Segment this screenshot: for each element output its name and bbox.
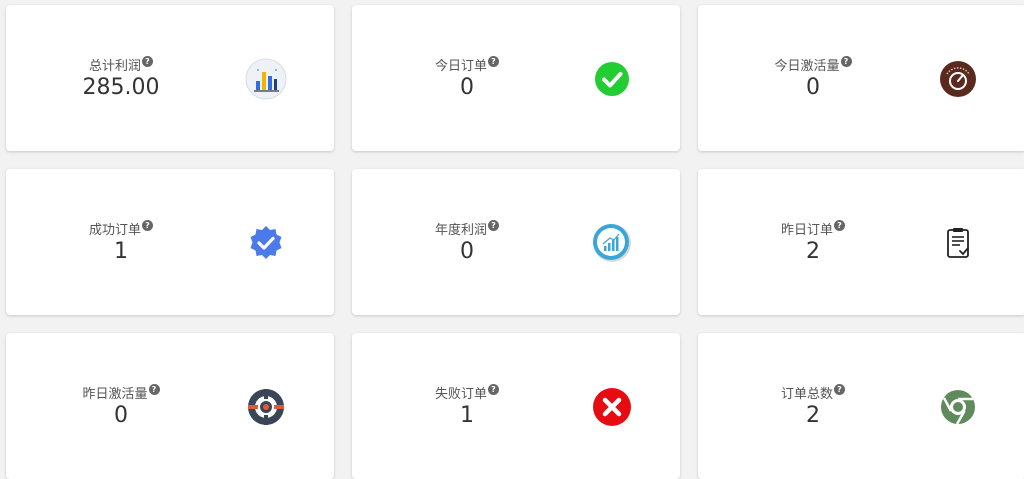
stat-value: 2: [806, 239, 820, 264]
bar-chart-icon: [244, 57, 288, 101]
help-icon[interactable]: ?: [488, 384, 499, 395]
stat-label: 今日订单?: [435, 55, 499, 74]
stat-value: 0: [806, 75, 820, 100]
stat-value: 0: [114, 403, 128, 428]
help-icon[interactable]: ?: [142, 56, 153, 67]
stat-value: 1: [114, 239, 128, 264]
clipboard-check-icon: [936, 221, 980, 265]
stat-card-success-orders: 成功订单? 1: [6, 169, 334, 315]
stat-card-total-orders: 订单总数? 2: [698, 333, 1024, 479]
stat-label: 昨日激活量?: [82, 383, 160, 402]
stat-label: 年度利润?: [435, 219, 499, 238]
red-x-icon: [590, 385, 634, 429]
stat-label: 失败订单?: [435, 383, 499, 402]
stat-label: 昨日订单?: [781, 219, 845, 238]
stat-card-total-profit: 总计利润? 285.00: [6, 5, 334, 151]
help-icon[interactable]: ?: [488, 220, 499, 231]
help-icon[interactable]: ?: [148, 384, 160, 395]
lifebuoy-icon: [244, 385, 288, 429]
stat-label: 订单总数?: [781, 383, 845, 402]
chrome-icon: [936, 385, 980, 429]
help-icon[interactable]: ?: [834, 220, 845, 231]
stat-value: 0: [460, 75, 474, 100]
stat-label: 今日激活量?: [774, 55, 852, 74]
help-icon[interactable]: ?: [840, 56, 852, 67]
stat-value: 285.00: [82, 75, 160, 100]
help-icon[interactable]: ?: [142, 220, 153, 231]
verified-badge-icon: [244, 221, 288, 265]
gauge-icon: [936, 57, 980, 101]
help-icon[interactable]: ?: [834, 384, 845, 395]
growth-chart-icon: [590, 221, 634, 265]
stat-card-yesterday-orders: 昨日订单? 2: [698, 169, 1024, 315]
stat-value: 0: [460, 239, 474, 264]
stat-label: 成功订单?: [89, 219, 153, 238]
stat-card-yesterday-activations: 昨日激活量? 0: [6, 333, 334, 479]
stat-card-failed-orders: 失败订单? 1: [352, 333, 680, 479]
stat-card-today-orders: 今日订单? 0: [352, 5, 680, 151]
stat-card-annual-profit: 年度利润? 0: [352, 169, 680, 315]
help-icon[interactable]: ?: [488, 56, 499, 67]
stat-label: 总计利润?: [89, 55, 153, 74]
stat-card-today-activations: 今日激活量? 0: [698, 5, 1024, 151]
stat-value: 2: [806, 403, 820, 428]
stat-value: 1: [460, 403, 474, 428]
green-check-icon: [590, 57, 634, 101]
